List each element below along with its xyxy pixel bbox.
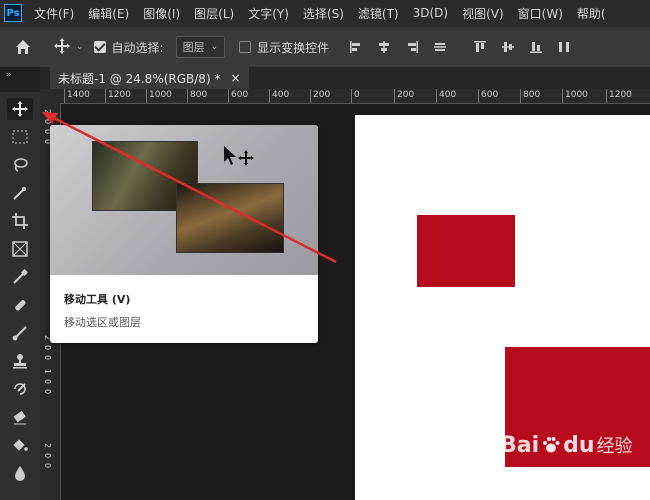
watermark-brand-2: du <box>563 432 595 458</box>
watermark-brand: Bai <box>500 432 540 458</box>
paw-icon <box>543 437 560 453</box>
baidu-watermark: Bai du 经验 <box>500 432 633 458</box>
watermark-suffix: 经验 <box>596 436 633 457</box>
annotation-arrow <box>42 112 337 264</box>
